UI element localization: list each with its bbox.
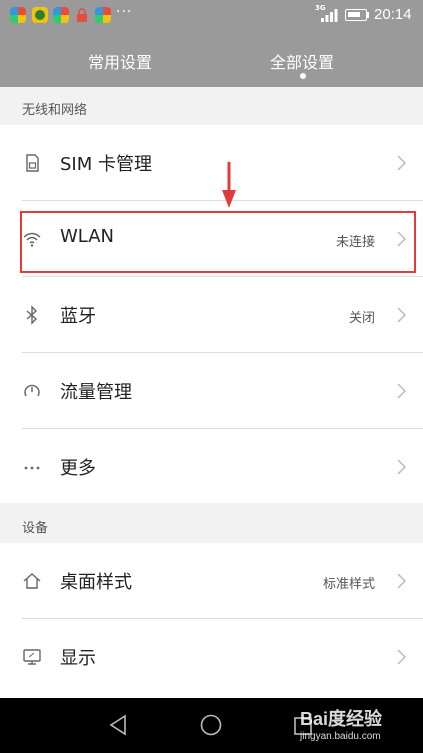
settings-item-home-style[interactable]: 桌面样式 标准样式 [0, 543, 423, 618]
settings-item-label: 流量管理 [60, 382, 132, 403]
lock-app-icon [74, 7, 90, 23]
app-icon-1 [10, 7, 26, 23]
chevron-right-icon [397, 649, 407, 665]
clock: 20:14 [374, 6, 412, 23]
wireless-list: SIM 卡管理 WLAN 未连接 蓝牙 关闭 流量管理 更多 [0, 125, 423, 503]
settings-item-data-usage[interactable]: 流量管理 [0, 353, 423, 428]
annotation-arrow [222, 162, 236, 208]
chevron-right-icon [397, 155, 407, 171]
watermark-url: jingyan.baidu.com [300, 731, 381, 742]
tab-all-settings[interactable]: 全部设置 [270, 49, 334, 73]
data-usage-icon [24, 384, 40, 397]
settings-item-display[interactable]: 显示 [0, 619, 423, 694]
active-tab-indicator [300, 73, 306, 79]
home-icon [23, 573, 41, 589]
chevron-right-icon [397, 307, 407, 323]
section-header-wireless: 无线和网络 [22, 103, 88, 118]
battery-icon [345, 9, 367, 21]
settings-item-value: 标准样式 [322, 577, 375, 592]
app-icon-4 [95, 7, 111, 23]
back-icon[interactable] [108, 714, 128, 736]
more-icon [24, 466, 40, 470]
home-button-icon[interactable] [200, 714, 222, 736]
settings-item-label: 更多 [60, 458, 96, 479]
app-icon-3 [53, 7, 69, 23]
overflow-indicator: ··· [116, 4, 133, 20]
watermark-logo: Bai度经验 [300, 709, 383, 729]
chevron-right-icon [397, 383, 407, 399]
header: ··· 3G 20:14 常用设置 全部设置 [0, 0, 423, 87]
settings-item-label: SIM 卡管理 [60, 154, 152, 175]
tab-common-settings[interactable]: 常用设置 [88, 49, 152, 73]
settings-item-bluetooth[interactable]: 蓝牙 关闭 [0, 277, 423, 352]
chevron-right-icon [397, 459, 407, 475]
app-icon-2 [32, 7, 48, 23]
section-header-device: 设备 [22, 521, 49, 536]
settings-item-label: 桌面样式 [60, 572, 132, 593]
display-icon [23, 649, 41, 665]
settings-item-sim[interactable]: SIM 卡管理 [0, 125, 423, 200]
signal-icon [321, 9, 338, 22]
chevron-right-icon [397, 573, 407, 589]
status-bar: ··· 3G 20:14 [0, 0, 423, 32]
watermark: Bai度经验 jingyan.baidu.com [300, 705, 382, 742]
bluetooth-icon [26, 305, 38, 325]
wlan-highlight-box [20, 211, 416, 273]
settings-item-label: 蓝牙 [60, 306, 96, 327]
settings-item-more[interactable]: 更多 [0, 429, 423, 504]
settings-item-value: 关闭 [348, 311, 375, 326]
settings-item-label: 显示 [60, 648, 96, 669]
battery-tip [367, 12, 369, 18]
device-list: 桌面样式 标准样式 显示 [0, 543, 423, 698]
sim-card-icon [26, 154, 39, 172]
